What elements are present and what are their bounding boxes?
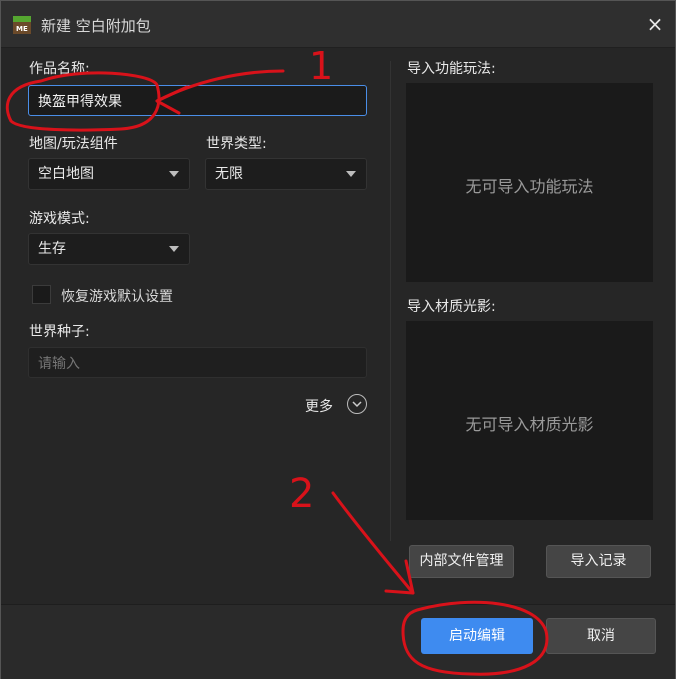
cancel-button[interactable]: 取消: [546, 618, 656, 654]
function-empty-text: 无可导入功能玩法: [465, 177, 594, 196]
column-divider: [390, 61, 391, 541]
seed-label: 世界种子:: [29, 324, 90, 340]
chevron-down-icon: [169, 246, 179, 252]
function-import-label: 导入功能玩法:: [407, 61, 496, 77]
dialog-window: ME 新建 空白附加包 × 作品名称: 地图/玩法组件 空白地图 世界类型: 无…: [0, 0, 676, 679]
close-icon[interactable]: ×: [645, 13, 665, 35]
chevron-down-icon: [346, 171, 356, 177]
more-label[interactable]: 更多: [305, 396, 333, 416]
game-mode-label: 游戏模式:: [29, 211, 90, 227]
world-type-select[interactable]: 无限: [205, 158, 367, 190]
map-label: 地图/玩法组件: [29, 136, 118, 152]
world-type-label: 世界类型:: [206, 136, 267, 152]
chevron-down-icon: [169, 171, 179, 177]
minecraft-block-icon: ME: [13, 16, 31, 34]
map-select-value: 空白地图: [38, 166, 94, 182]
texture-import-label: 导入材质光影:: [407, 299, 496, 315]
restore-defaults-checkbox[interactable]: [32, 285, 51, 304]
map-select[interactable]: 空白地图: [28, 158, 190, 190]
annotation-number-1: 1: [309, 44, 333, 88]
texture-import-panel: 无可导入材质光影: [406, 321, 653, 520]
world-type-value: 无限: [215, 166, 243, 182]
start-edit-button[interactable]: 启动编辑: [421, 618, 533, 654]
game-mode-select[interactable]: 生存: [28, 233, 190, 265]
dialog-footer: 启动编辑 取消: [1, 604, 675, 679]
annotation-number-2: 2: [289, 471, 314, 517]
restore-defaults-label: 恢复游戏默认设置: [61, 289, 173, 305]
game-mode-value: 生存: [38, 241, 66, 257]
name-label: 作品名称:: [29, 61, 90, 77]
name-input[interactable]: [28, 85, 367, 116]
texture-empty-text: 无可导入材质光影: [465, 415, 594, 434]
internal-files-button[interactable]: 内部文件管理: [409, 545, 514, 578]
chevron-down-circle-icon[interactable]: [347, 394, 367, 414]
seed-input[interactable]: [28, 347, 367, 378]
window-title: 新建 空白附加包: [41, 17, 151, 35]
annotation-arrow-2: [331, 491, 415, 595]
title-bar: ME 新建 空白附加包 ×: [1, 1, 675, 48]
function-import-panel: 无可导入功能玩法: [406, 83, 653, 282]
import-records-button[interactable]: 导入记录: [546, 545, 651, 578]
